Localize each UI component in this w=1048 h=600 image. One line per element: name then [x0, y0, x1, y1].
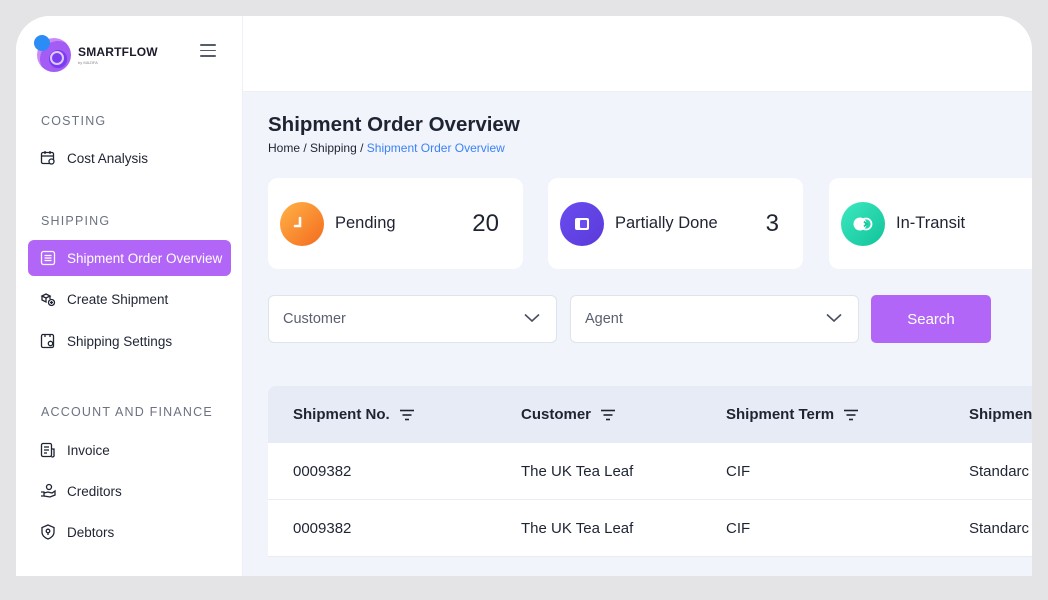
- sidebar-item-creditors[interactable]: Creditors: [28, 473, 231, 509]
- section-title-costing: COSTING: [41, 114, 107, 128]
- sidebar-item-shipping-settings[interactable]: Shipping Settings: [28, 323, 231, 359]
- hand-coins-icon: [40, 483, 56, 499]
- sidebar-item-debtors[interactable]: Debtors: [28, 514, 231, 550]
- sidebar-item-label: Invoice: [67, 442, 110, 458]
- breadcrumb-separator: /: [300, 141, 311, 155]
- main-content: Shipment Order Overview Home / Shipping …: [243, 92, 1032, 576]
- sidebar-item-label: Creditors: [67, 483, 122, 499]
- table-row[interactable]: 0009382 The UK Tea Leaf CIF Standarc: [268, 500, 1032, 557]
- page-title: Shipment Order Overview: [268, 113, 520, 136]
- invoice-icon: [40, 442, 56, 458]
- brand-tagline: by MAZIFA: [78, 60, 98, 65]
- filter-icon[interactable]: [844, 409, 859, 421]
- app-screen: SMARTFLOW by MAZIFA COSTING Cost Analysi…: [16, 16, 1032, 576]
- agent-select-placeholder: Agent: [585, 311, 623, 327]
- cell-shipment-type: Standarc: [969, 520, 1030, 537]
- sidebar-item-shipment-order-overview[interactable]: Shipment Order Overview: [28, 240, 231, 276]
- sidebar-item-label: Shipment Order Overview: [67, 250, 223, 266]
- brand-logo[interactable]: SMARTFLOW by MAZIFA: [34, 35, 158, 72]
- breadcrumb-separator: /: [356, 141, 367, 155]
- breadcrumb: Home / Shipping / Shipment Order Overvie…: [268, 141, 505, 155]
- brand-text: SMARTFLOW by MAZIFA: [78, 45, 158, 65]
- sidebar: SMARTFLOW by MAZIFA COSTING Cost Analysi…: [16, 16, 243, 576]
- transit-icon: [841, 201, 885, 246]
- card-label: Pending: [335, 214, 396, 232]
- column-header-label: Shipment No.: [293, 406, 390, 423]
- top-bar: [243, 16, 1032, 92]
- filter-icon[interactable]: [601, 409, 616, 421]
- section-title-account-finance: ACCOUNT AND FINANCE: [41, 405, 213, 419]
- breadcrumb-shipping[interactable]: Shipping: [310, 141, 357, 155]
- gear-doc-icon: [40, 333, 56, 349]
- shipment-table: Shipment No. Customer Shipment Term Ship…: [268, 386, 1032, 557]
- sidebar-item-cost-analysis[interactable]: Cost Analysis: [28, 140, 231, 176]
- search-button[interactable]: Search: [871, 295, 991, 343]
- column-header-shipment-type[interactable]: Shipmen: [969, 386, 1032, 443]
- chevron-down-icon: [524, 313, 540, 323]
- device-frame: SMARTFLOW by MAZIFA COSTING Cost Analysi…: [0, 0, 1048, 600]
- card-label: Partially Done: [615, 214, 718, 232]
- card-label: In-Transit: [896, 214, 966, 232]
- column-header-label: Shipment Term: [726, 406, 835, 423]
- column-header-shipment-no[interactable]: Shipment No.: [293, 386, 414, 443]
- cell-customer: The UK Tea Leaf: [521, 520, 634, 537]
- shield-dollar-icon: [40, 524, 56, 540]
- cell-customer: The UK Tea Leaf: [521, 463, 634, 480]
- sidebar-item-create-shipment[interactable]: Create Shipment: [28, 281, 231, 317]
- customer-select[interactable]: Customer: [268, 295, 557, 343]
- sidebar-item-label: Create Shipment: [67, 291, 169, 307]
- customer-select-placeholder: Customer: [283, 311, 346, 327]
- cell-shipment-no: 0009382: [293, 463, 352, 480]
- chevron-down-icon: [826, 313, 842, 323]
- breadcrumb-current: Shipment Order Overview: [366, 141, 505, 155]
- filter-icon[interactable]: [399, 409, 414, 421]
- list-icon: [40, 250, 56, 266]
- status-card-pending[interactable]: Pending 20: [268, 178, 523, 269]
- sidebar-item-label: Debtors: [67, 524, 115, 540]
- boxes-plus-icon: [40, 291, 56, 307]
- menu-toggle-icon[interactable]: [200, 44, 216, 58]
- smartflow-logo-icon: [34, 35, 71, 72]
- sidebar-item-label: Cost Analysis: [67, 150, 149, 166]
- sidebar-item-invoice[interactable]: Invoice: [28, 432, 231, 468]
- pending-icon: [280, 201, 324, 246]
- sidebar-item-label: Shipping Settings: [67, 333, 173, 349]
- table-header: Shipment No. Customer Shipment Term Ship…: [268, 386, 1032, 443]
- cell-shipment-term: CIF: [726, 520, 751, 537]
- column-header-customer[interactable]: Customer: [521, 386, 616, 443]
- column-header-shipment-term[interactable]: Shipment Term: [726, 386, 859, 443]
- agent-select[interactable]: Agent: [570, 295, 859, 343]
- cell-shipment-type: Standarc: [969, 463, 1030, 480]
- card-count: 3: [765, 209, 779, 237]
- table-row[interactable]: 0009382 The UK Tea Leaf CIF Standarc: [268, 443, 1032, 500]
- card-count: 20: [472, 209, 499, 237]
- cell-shipment-no: 0009382: [293, 520, 352, 537]
- section-title-shipping: SHIPPING: [41, 214, 111, 228]
- column-header-label: Shipmen: [969, 406, 1032, 423]
- cell-shipment-term: CIF: [726, 463, 751, 480]
- breadcrumb-home[interactable]: Home: [268, 141, 300, 155]
- status-card-partially-done[interactable]: Partially Done 3: [548, 178, 803, 269]
- brand-name: SMARTFLOW: [78, 45, 158, 59]
- calendar-settings-icon: [40, 150, 56, 166]
- half-square-icon: [560, 201, 604, 246]
- status-card-in-transit[interactable]: In-Transit: [829, 178, 1032, 269]
- column-header-label: Customer: [521, 406, 592, 423]
